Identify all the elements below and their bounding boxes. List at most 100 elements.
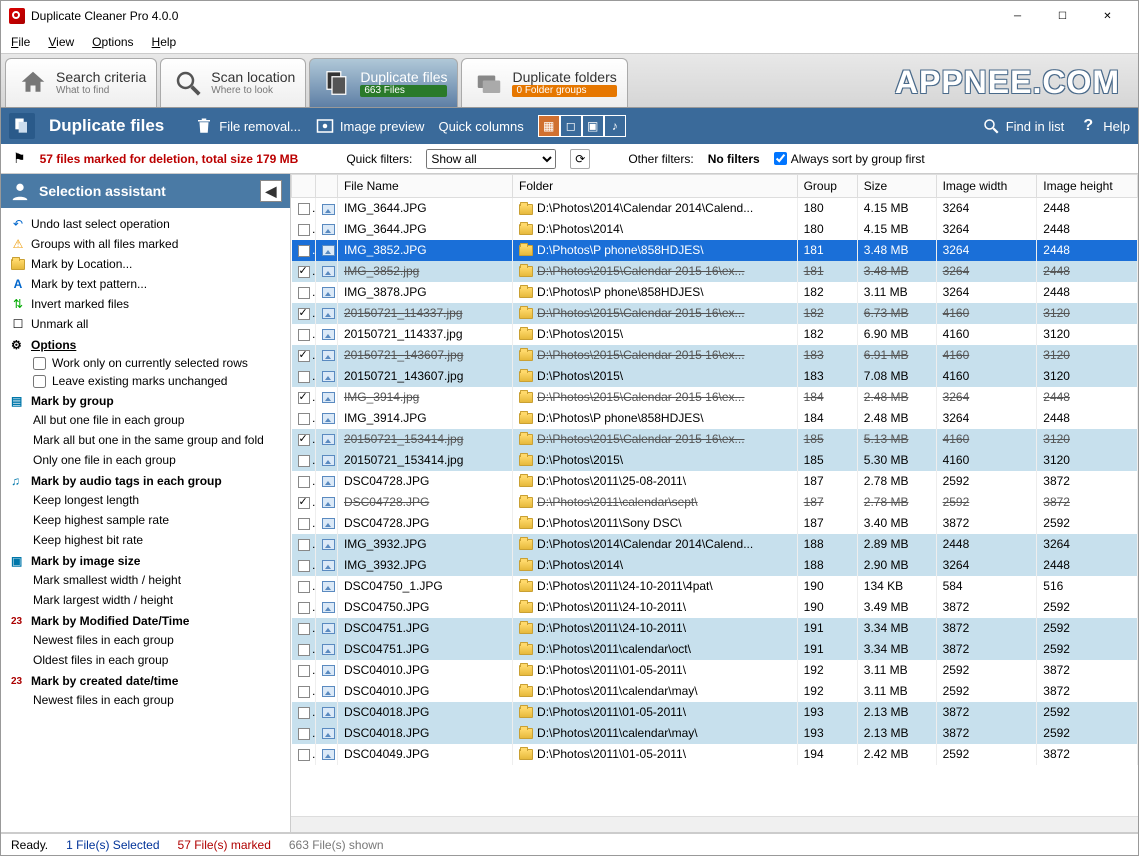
mark-by-location[interactable]: Mark by Location... [5, 254, 286, 274]
row-checkbox[interactable] [298, 707, 310, 719]
table-row[interactable]: IMG_3878.JPGD:\Photos\P phone\858HDJES\1… [292, 282, 1138, 303]
invert-marked[interactable]: ⇅Invert marked files [5, 294, 286, 314]
row-checkbox[interactable] [298, 644, 310, 656]
row-checkbox[interactable] [298, 560, 310, 572]
table-row[interactable]: DSC04728.JPGD:\Photos\2011\calendar\sept… [292, 492, 1138, 513]
menu-help[interactable]: Help [152, 35, 177, 49]
table-row[interactable]: IMG_3932.JPGD:\Photos\2014\Calendar 2014… [292, 534, 1138, 555]
collapse-sidebar-button[interactable]: ◀ [260, 180, 282, 202]
row-checkbox[interactable] [298, 329, 310, 341]
md-oldest[interactable]: Oldest files in each group [5, 650, 286, 670]
col-size[interactable]: Size [857, 175, 936, 198]
file-removal-button[interactable]: File removal... [194, 116, 301, 136]
table-row[interactable]: IMG_3914.jpgD:\Photos\2015\Calendar 2015… [292, 387, 1138, 408]
table-row[interactable]: DSC04728.JPGD:\Photos\2011\25-08-2011\18… [292, 471, 1138, 492]
row-checkbox[interactable] [298, 350, 310, 362]
col-height[interactable]: Image height [1037, 175, 1138, 198]
row-checkbox[interactable] [298, 413, 310, 425]
help-button[interactable]: ? Help [1078, 116, 1130, 136]
table-row[interactable]: IMG_3644.JPGD:\Photos\2014\1804.15 MB326… [292, 219, 1138, 240]
mc-newest[interactable]: Newest files in each group [5, 690, 286, 710]
table-row[interactable]: DSC04018.JPGD:\Photos\2011\calendar\may\… [292, 723, 1138, 744]
col-folder[interactable]: Folder [513, 175, 798, 198]
row-checkbox[interactable] [298, 539, 310, 551]
tab-duplicate-folders[interactable]: Duplicate folders0 Folder groups [461, 58, 627, 107]
horizontal-scrollbar[interactable] [291, 816, 1138, 832]
table-row[interactable]: DSC04750.JPGD:\Photos\2011\24-10-2011\19… [292, 597, 1138, 618]
row-checkbox[interactable] [298, 602, 310, 614]
row-checkbox[interactable] [298, 266, 310, 278]
row-checkbox[interactable] [298, 455, 310, 467]
opt-leave-marks[interactable]: Leave existing marks unchanged [5, 372, 286, 390]
row-checkbox[interactable] [298, 623, 310, 635]
row-checkbox[interactable] [298, 749, 310, 761]
row-checkbox[interactable] [298, 392, 310, 404]
row-checkbox[interactable] [298, 371, 310, 383]
ma-bit-rate[interactable]: Keep highest bit rate [5, 530, 286, 550]
mg-only-one[interactable]: Only one file in each group [5, 450, 286, 470]
mark-by-text[interactable]: AMark by text pattern... [5, 274, 286, 294]
row-checkbox[interactable] [298, 308, 310, 320]
tab-duplicate-files[interactable]: Duplicate files663 Files [309, 58, 458, 107]
table-row[interactable]: IMG_3644.JPGD:\Photos\2014\Calendar 2014… [292, 198, 1138, 219]
row-checkbox[interactable] [298, 287, 310, 299]
menu-options[interactable]: Options [92, 35, 133, 49]
row-checkbox[interactable] [298, 245, 310, 257]
mg-all-but-one[interactable]: All but one file in each group [5, 410, 286, 430]
row-checkbox[interactable] [298, 518, 310, 530]
table-row[interactable]: IMG_3852.JPGD:\Photos\P phone\858HDJES\1… [292, 240, 1138, 261]
row-checkbox[interactable] [298, 728, 310, 740]
mi-largest[interactable]: Mark largest width / height [5, 590, 286, 610]
quickcol-image-icon[interactable]: ▣ [582, 115, 604, 137]
tab-scan-location[interactable]: Scan locationWhere to look [160, 58, 306, 107]
table-row[interactable]: 20150721_114337.jpgD:\Photos\2015\1826.9… [292, 324, 1138, 345]
table-row[interactable]: 20150721_143607.jpgD:\Photos\2015\1837.0… [292, 366, 1138, 387]
table-row[interactable]: IMG_3932.JPGD:\Photos\2014\1882.90 MB326… [292, 555, 1138, 576]
table-row[interactable]: DSC04750_1.JPGD:\Photos\2011\24-10-2011\… [292, 576, 1138, 597]
col-icon[interactable] [316, 175, 338, 198]
mi-smallest[interactable]: Mark smallest width / height [5, 570, 286, 590]
table-row[interactable]: 20150721_153414.jpgD:\Photos\2015\Calend… [292, 429, 1138, 450]
close-button[interactable]: ✕ [1085, 1, 1130, 31]
table-row[interactable]: 20150721_153414.jpgD:\Photos\2015\1855.3… [292, 450, 1138, 471]
table-row[interactable]: DSC04010.JPGD:\Photos\2011\01-05-2011\19… [292, 660, 1138, 681]
tab-search-criteria[interactable]: Search criteriaWhat to find [5, 58, 157, 107]
col-width[interactable]: Image width [936, 175, 1037, 198]
quickcol-window-icon[interactable]: ◻ [560, 115, 582, 137]
table-row[interactable]: DSC04728.JPGD:\Photos\2011\Sony DSC\1873… [292, 513, 1138, 534]
md-newest[interactable]: Newest files in each group [5, 630, 286, 650]
row-checkbox[interactable] [298, 581, 310, 593]
row-checkbox[interactable] [298, 203, 310, 215]
results-table[interactable]: File Name Folder Group Size Image width … [291, 174, 1138, 765]
opt-selected-rows[interactable]: Work only on currently selected rows [5, 354, 286, 372]
table-row[interactable]: DSC04010.JPGD:\Photos\2011\calendar\may\… [292, 681, 1138, 702]
groups-all-marked[interactable]: ⚠Groups with all files marked [5, 234, 286, 254]
quickcol-music-icon[interactable]: ♪ [604, 115, 626, 137]
menu-view[interactable]: View [48, 35, 74, 49]
col-check[interactable] [292, 175, 316, 198]
unmark-all[interactable]: ☐Unmark all [5, 314, 286, 334]
row-checkbox[interactable] [298, 665, 310, 677]
options-head[interactable]: ⚙Options [5, 334, 286, 354]
table-row[interactable]: DSC04751.JPGD:\Photos\2011\calendar\oct\… [292, 639, 1138, 660]
table-row[interactable]: IMG_3852.jpgD:\Photos\2015\Calendar 2015… [292, 261, 1138, 282]
table-row[interactable]: DSC04018.JPGD:\Photos\2011\01-05-2011\19… [292, 702, 1138, 723]
quick-filters-select[interactable]: Show all [426, 149, 556, 169]
image-preview-button[interactable]: Image preview [315, 116, 425, 136]
ma-sample-rate[interactable]: Keep highest sample rate [5, 510, 286, 530]
table-row[interactable]: DSC04751.JPGD:\Photos\2011\24-10-2011\19… [292, 618, 1138, 639]
row-checkbox[interactable] [298, 497, 310, 509]
find-in-list-button[interactable]: Find in list [981, 116, 1065, 136]
table-row[interactable]: DSC04049.JPGD:\Photos\2011\01-05-2011\19… [292, 744, 1138, 765]
ma-longest[interactable]: Keep longest length [5, 490, 286, 510]
table-row[interactable]: IMG_3914.JPGD:\Photos\P phone\858HDJES\1… [292, 408, 1138, 429]
quickcol-grid-icon[interactable]: ▦ [538, 115, 560, 137]
row-checkbox[interactable] [298, 686, 310, 698]
mg-same-group-fold[interactable]: Mark all but one in the same group and f… [5, 430, 286, 450]
table-row[interactable]: 20150721_143607.jpgD:\Photos\2015\Calend… [292, 345, 1138, 366]
refresh-button[interactable]: ⟳ [570, 149, 590, 169]
col-group[interactable]: Group [797, 175, 857, 198]
table-row[interactable]: 20150721_114337.jpgD:\Photos\2015\Calend… [292, 303, 1138, 324]
row-checkbox[interactable] [298, 434, 310, 446]
always-sort-checkbox[interactable]: Always sort by group first [774, 152, 925, 166]
